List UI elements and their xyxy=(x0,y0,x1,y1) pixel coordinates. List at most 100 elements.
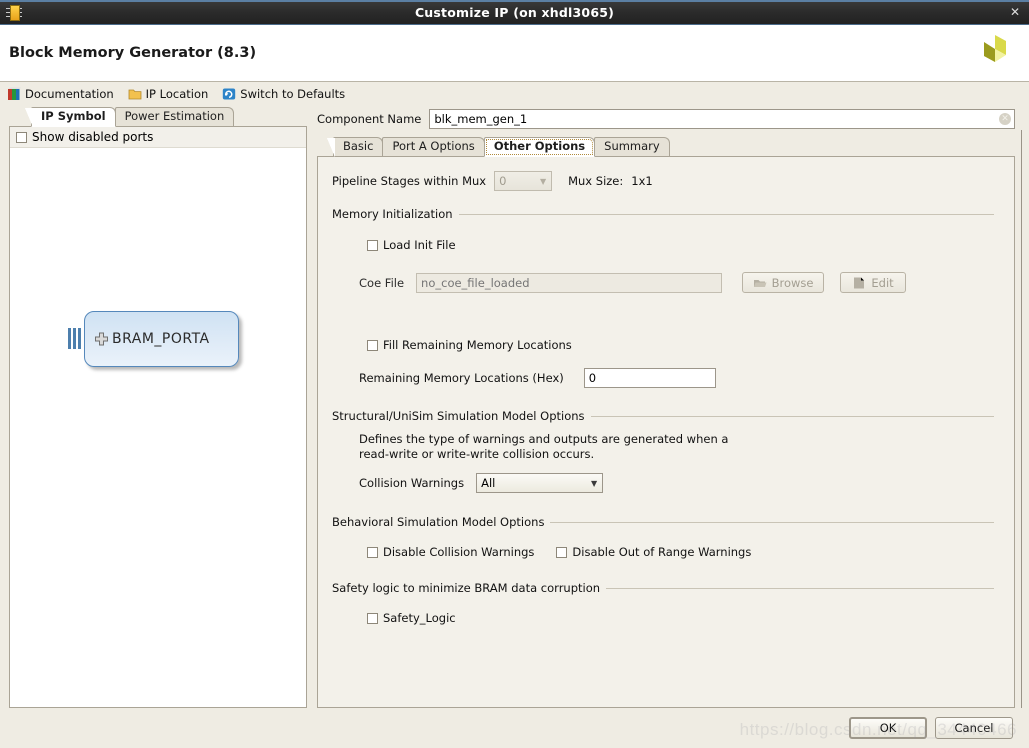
window-titlebar: Customize IP (on xhdl3065) ✕ xyxy=(0,0,1029,25)
folder-icon xyxy=(128,87,142,101)
tab-basic[interactable]: Basic xyxy=(333,137,383,156)
load-init-file-checkbox[interactable] xyxy=(367,240,378,251)
window-right-edge xyxy=(1021,130,1029,708)
toolbar-ip-location-label: IP Location xyxy=(146,87,209,101)
coe-file-label: Coe File xyxy=(359,276,404,290)
toolbar-switch-defaults-label: Switch to Defaults xyxy=(240,87,345,101)
remaining-memory-input[interactable] xyxy=(584,368,716,388)
browse-button-label: Browse xyxy=(772,276,814,290)
pipeline-stages-value: 0 xyxy=(499,174,535,188)
tab-port-a-options[interactable]: Port A Options xyxy=(382,137,484,156)
collision-warnings-value: All xyxy=(481,476,586,490)
disable-collision-warnings-label: Disable Collision Warnings xyxy=(383,545,534,559)
safety-title: Safety logic to minimize BRAM data corru… xyxy=(332,581,600,595)
section-rule xyxy=(591,416,994,417)
section-rule xyxy=(606,588,994,589)
component-name-field-wrap: ✕ xyxy=(429,109,1015,129)
open-folder-icon xyxy=(753,276,767,290)
section-rule xyxy=(550,522,994,523)
show-disabled-ports-label: Show disabled ports xyxy=(32,130,153,144)
cancel-button[interactable]: Cancel xyxy=(935,717,1013,739)
xilinx-logo xyxy=(973,31,1019,77)
structural-title: Structural/UniSim Simulation Model Optio… xyxy=(332,409,585,423)
chevron-down-icon: ▼ xyxy=(535,177,551,186)
behavioral-checkbox-row: Disable Collision Warnings Disable Out o… xyxy=(367,545,994,559)
safety-logic-checkbox[interactable] xyxy=(367,613,378,624)
component-name-input[interactable] xyxy=(429,109,1015,129)
refresh-icon xyxy=(222,87,236,101)
collision-warnings-label: Collision Warnings xyxy=(359,476,464,490)
structural-section: Structural/UniSim Simulation Model Optio… xyxy=(332,409,994,493)
component-name-row: Component Name ✕ xyxy=(317,109,1015,129)
fill-remaining-label: Fill Remaining Memory Locations xyxy=(383,338,572,352)
ok-button[interactable]: OK xyxy=(849,717,927,739)
tab-power-estimation[interactable]: Power Estimation xyxy=(115,107,235,126)
page-edit-icon xyxy=(852,276,866,290)
tab-basic-label: Basic xyxy=(343,139,373,153)
coe-file-row: Coe File Browse xyxy=(359,272,994,293)
section-rule xyxy=(459,214,994,215)
close-icon[interactable]: ✕ xyxy=(1010,6,1020,18)
toolbar-documentation[interactable]: Documentation xyxy=(7,87,114,101)
load-init-file-row[interactable]: Load Init File xyxy=(367,238,994,252)
tab-power-estimation-label: Power Estimation xyxy=(125,109,225,123)
browse-button[interactable]: Browse xyxy=(742,272,824,293)
bram-porta-label: BRAM_PORTA xyxy=(112,331,210,347)
options-tabstrip: Basic Port A Options Other Options Summa… xyxy=(317,137,1015,156)
ip-symbol-canvas[interactable]: BRAM_PORTA xyxy=(10,148,306,707)
safety-logic-row[interactable]: Safety_Logic xyxy=(367,611,994,625)
window-title: Customize IP (on xhdl3065) xyxy=(0,5,1029,20)
component-name-label: Component Name xyxy=(317,112,421,126)
ip-chip-icon xyxy=(5,3,23,21)
tab-summary[interactable]: Summary xyxy=(594,137,670,156)
edit-button-label: Edit xyxy=(871,276,893,290)
show-disabled-ports-checkbox[interactable] xyxy=(16,132,27,143)
behavioral-header: Behavioral Simulation Model Options xyxy=(332,515,994,529)
mux-size-label: Mux Size: xyxy=(568,174,623,188)
disable-collision-warnings-row[interactable]: Disable Collision Warnings xyxy=(367,545,534,559)
structural-header: Structural/UniSim Simulation Model Optio… xyxy=(332,409,994,423)
collision-warnings-select[interactable]: All ▼ xyxy=(476,473,603,493)
customize-ip-window: Customize IP (on xhdl3065) ✕ Block Memor… xyxy=(0,0,1029,748)
disable-out-of-range-warnings-label: Disable Out of Range Warnings xyxy=(572,545,751,559)
show-disabled-ports-row[interactable]: Show disabled ports xyxy=(10,127,306,148)
behavioral-section: Behavioral Simulation Model Options Disa… xyxy=(332,515,994,559)
tab-other-options[interactable]: Other Options xyxy=(484,137,595,157)
fill-remaining-row[interactable]: Fill Remaining Memory Locations xyxy=(367,338,994,352)
disable-out-of-range-warnings-checkbox[interactable] xyxy=(556,547,567,558)
tab-ip-symbol-label: IP Symbol xyxy=(41,109,106,123)
bram-port-pins xyxy=(68,328,85,349)
safety-logic-label: Safety_Logic xyxy=(383,611,456,625)
pipeline-stages-row: Pipeline Stages within Mux 0 ▼ Mux Size:… xyxy=(332,171,994,191)
options-panel: Component Name ✕ Basic Port A Options Ot… xyxy=(317,109,1015,708)
tab-other-options-label: Other Options xyxy=(494,139,585,153)
structural-description-line2: read-write or write-write collision occu… xyxy=(359,447,994,462)
header-band: Block Memory Generator (8.3) xyxy=(0,25,1029,82)
remaining-memory-row: Remaining Memory Locations (Hex) xyxy=(359,368,994,388)
tab-port-a-options-label: Port A Options xyxy=(392,139,474,153)
memory-initialization-title: Memory Initialization xyxy=(332,207,453,221)
toolbar-ip-location[interactable]: IP Location xyxy=(128,87,209,101)
other-options-content: Pipeline Stages within Mux 0 ▼ Mux Size:… xyxy=(317,156,1015,708)
pipeline-stages-label: Pipeline Stages within Mux xyxy=(332,174,486,188)
bram-porta-block[interactable]: BRAM_PORTA xyxy=(84,311,239,367)
toolbar-switch-defaults[interactable]: Switch to Defaults xyxy=(222,87,345,101)
memory-initialization-section: Memory Initialization Load Init File Coe… xyxy=(332,207,994,388)
edit-button[interactable]: Edit xyxy=(840,272,906,293)
coe-file-input[interactable] xyxy=(416,273,722,293)
documentation-book-icon xyxy=(7,87,21,101)
disable-out-of-range-warnings-row[interactable]: Disable Out of Range Warnings xyxy=(556,545,751,559)
structural-description-line1: Defines the type of warnings and outputs… xyxy=(359,432,994,447)
dialog-body: IP Symbol Power Estimation Show disabled… xyxy=(0,106,1029,708)
remaining-memory-label: Remaining Memory Locations (Hex) xyxy=(359,371,564,385)
mux-size-value: 1x1 xyxy=(631,174,652,188)
clear-circle-icon[interactable]: ✕ xyxy=(999,113,1011,125)
plus-icon[interactable] xyxy=(94,332,109,347)
fill-remaining-checkbox[interactable] xyxy=(367,340,378,351)
disable-collision-warnings-checkbox[interactable] xyxy=(367,547,378,558)
tab-ip-symbol[interactable]: IP Symbol xyxy=(31,107,116,127)
load-init-file-label: Load Init File xyxy=(383,238,456,252)
pipeline-stages-select[interactable]: 0 ▼ xyxy=(494,171,552,191)
dialog-footer: https://blog.csdn.net/qq_34440466 OK Can… xyxy=(0,708,1029,748)
titlebar-accent-line xyxy=(0,0,1029,2)
